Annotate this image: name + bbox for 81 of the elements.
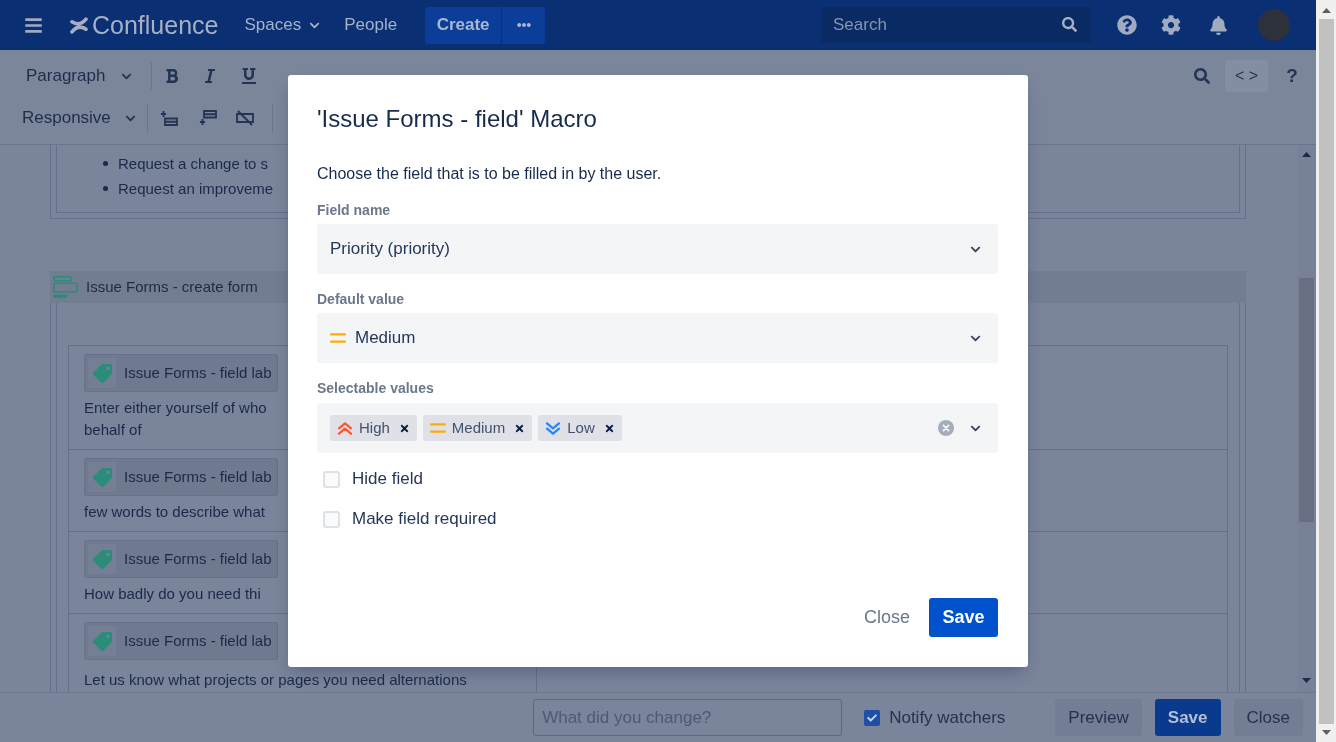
dialog-description: Choose the field that is to be filled in by the user. [317,164,662,184]
dialog-title: 'Issue Forms - field' Macro [317,105,597,133]
double-chevron-up-icon [337,421,353,435]
checkbox-label[interactable]: Hide field [352,466,423,492]
macro-chip[interactable]: Issue Forms - field lab [84,622,278,660]
equals-lines-icon [330,333,346,343]
remove-icon[interactable] [514,422,526,434]
tag-icon [88,544,116,574]
tag-icon [88,626,116,656]
footer-button[interactable]: Close [1233,699,1303,736]
tag-label: Low [567,417,595,438]
clear-icon[interactable] [938,420,954,436]
cell-text: Enter either yourself of who [84,398,267,418]
search-field[interactable]: Search [821,7,1091,43]
row-insert-above-icon[interactable] [160,110,178,126]
macro-label: Issue Forms - field lab [124,630,272,651]
checkbox-label[interactable]: Notify watchers [889,704,1006,731]
bullet-icon [103,186,108,191]
list-item-text: Request an improveme [118,178,274,199]
field-label: Default value [317,290,405,308]
tag-icon [88,358,116,388]
multi-select-field[interactable]: High Medium Low [317,403,998,453]
remove-icon[interactable] [603,422,615,434]
nav-menu[interactable]: Spaces [244,12,321,38]
menu-icon[interactable] [24,15,43,35]
select-field[interactable]: Medium [317,313,998,363]
double-chevron-down-icon [545,421,562,435]
help-icon[interactable] [1117,15,1137,35]
check-icon [867,712,878,723]
cell-text: Let us know what projects or pages you need alternations [84,670,467,690]
equals-lines-icon [429,423,446,433]
list-item-text: Request a change to s [118,153,269,174]
search-icon [1062,17,1077,32]
close-button[interactable]: Close [855,598,918,637]
footer-button[interactable]: Preview [1055,699,1142,736]
help-button[interactable]: ? [1280,60,1304,92]
macro-chip[interactable]: Issue Forms - field lab [84,540,278,578]
bell-icon[interactable] [1209,15,1228,35]
underline-icon[interactable] [241,68,257,84]
tag-label: Medium [451,417,506,438]
save-button[interactable]: Save [929,598,998,637]
checkbox[interactable] [323,470,340,488]
macro-label: Issue Forms - field lab [124,362,272,383]
cell-text: behalf of [84,420,142,440]
select-field[interactable]: Priority (priority) [317,224,998,274]
settings-icon[interactable] [1161,15,1181,35]
search-icon[interactable] [1194,68,1210,84]
source-code-button[interactable]: < > [1225,60,1268,92]
checkbox[interactable] [864,709,881,726]
footer-button[interactable]: Save [1154,699,1221,736]
more-button[interactable] [502,6,546,44]
scrollbar-thumb[interactable] [1318,19,1334,724]
tag-icon [88,462,116,492]
field-label: Field name [317,201,391,219]
field-label: Selectable values [317,379,434,397]
remove-icon[interactable] [398,422,410,434]
checkbox[interactable] [323,510,340,528]
macro-label: Issue Forms - field lab [124,466,272,487]
bullet-icon [103,161,108,166]
macro-title: Issue Forms - create form [86,276,258,297]
brand-name[interactable]: Confluence [92,10,219,40]
macro-label: Issue Forms - field lab [124,548,272,569]
scroll-up-arrow-icon[interactable] [1302,152,1311,157]
checkbox-label[interactable]: Make field required [352,506,497,532]
row-insert-below-icon[interactable] [199,110,217,126]
bold-icon[interactable] [164,68,180,84]
layout-dropdown[interactable]: Responsive [18,102,140,134]
cell-text: few words to describe what [84,502,265,522]
macro-chip[interactable]: Issue Forms - field lab [84,458,278,496]
tag-label: High [359,417,390,438]
create-button[interactable]: Create [425,6,502,44]
logo-icon[interactable] [70,16,88,34]
scroll-up-arrow-icon[interactable] [1321,8,1331,13]
cell-text: How badly do you need thi [84,584,261,604]
style-dropdown[interactable]: Paragraph [18,60,140,92]
scroll-down-arrow-icon[interactable] [1321,730,1331,735]
nav-link[interactable]: People [344,12,398,38]
form-icon [53,276,78,298]
macro-chip[interactable]: Issue Forms - field lab [84,354,278,392]
italic-icon[interactable] [202,68,218,84]
scroll-down-arrow-icon[interactable] [1302,678,1311,683]
